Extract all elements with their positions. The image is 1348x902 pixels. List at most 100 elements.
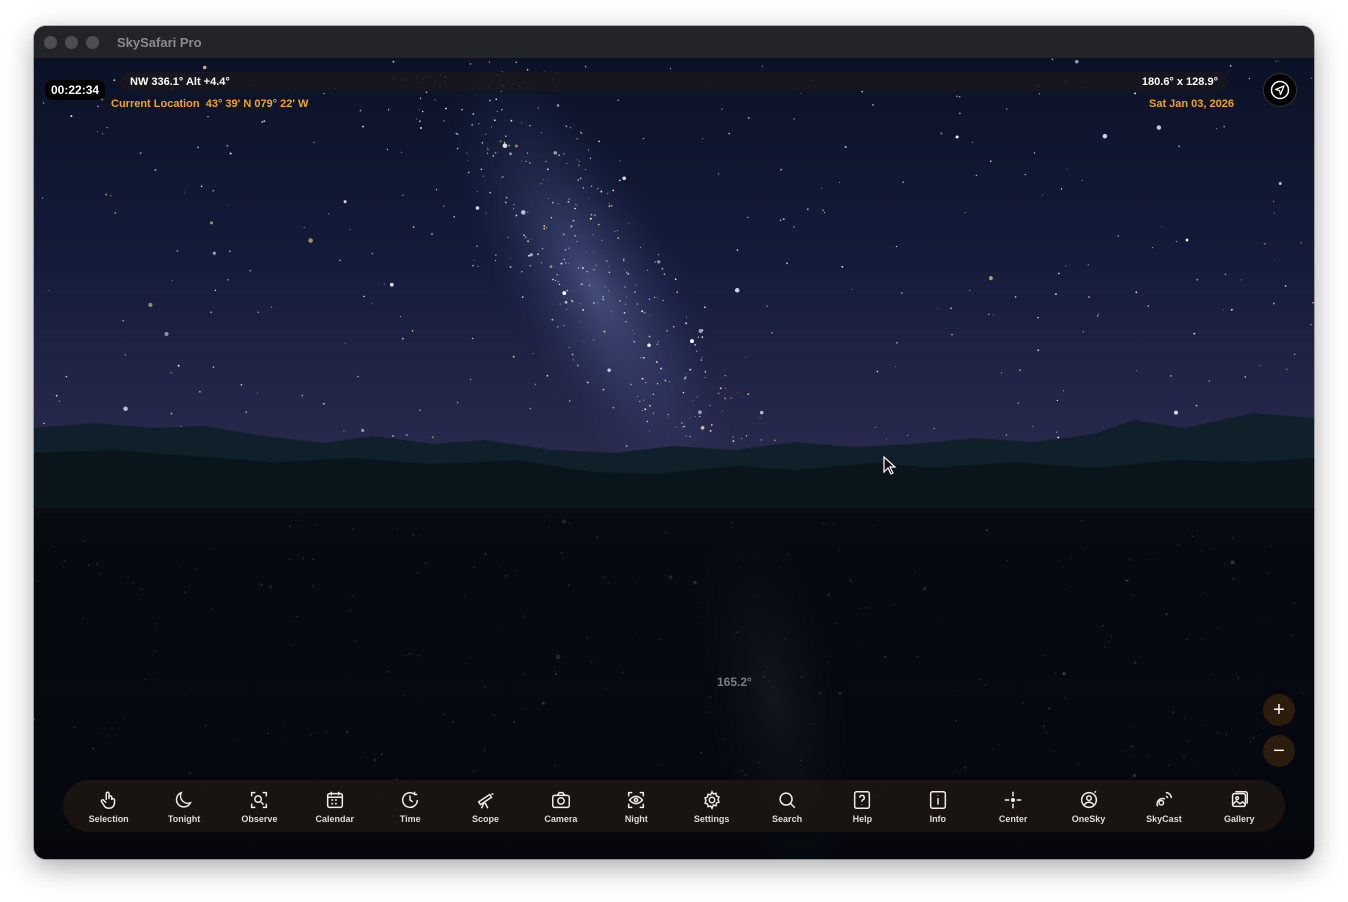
star	[491, 126, 493, 128]
toolbar-time[interactable]: Time	[375, 789, 445, 824]
toolbar-selection[interactable]: Selection	[74, 789, 144, 824]
date-label[interactable]: Sat Jan 03, 2026	[1149, 98, 1234, 110]
toolbar-gallery[interactable]: Gallery	[1204, 789, 1274, 824]
star	[383, 283, 385, 285]
star	[482, 175, 484, 177]
star	[493, 119, 496, 122]
star	[1259, 364, 1261, 367]
star	[652, 412, 655, 414]
zoom-in-button[interactable]: +	[1263, 694, 1295, 726]
star	[683, 377, 686, 380]
minimize-window-button[interactable]	[65, 35, 78, 49]
star	[774, 439, 776, 442]
star	[656, 297, 658, 299]
star	[604, 286, 606, 288]
skycast-icon	[1156, 791, 1173, 807]
toolbar-night[interactable]: Night	[601, 789, 671, 824]
star	[1056, 399, 1058, 402]
toolbar-skycast[interactable]: SkyCast	[1129, 789, 1199, 824]
toolbar-calendar[interactable]: Calendar	[300, 789, 370, 824]
star	[571, 300, 574, 303]
star	[654, 260, 657, 263]
star	[689, 435, 691, 438]
star	[626, 271, 628, 273]
star	[851, 288, 853, 290]
star	[617, 237, 620, 239]
toolbar-scope[interactable]: Scope	[451, 789, 521, 824]
toolbar-search[interactable]: Search	[752, 789, 822, 824]
star	[339, 259, 341, 261]
star	[456, 133, 459, 135]
star	[565, 125, 568, 127]
telescope-icon	[477, 792, 494, 809]
star	[969, 289, 971, 292]
toolbar-label: Selection	[88, 813, 129, 824]
star	[937, 308, 939, 310]
star	[666, 417, 668, 418]
star	[362, 125, 364, 128]
field-of-view-readout: 180.6° x 128.9°	[1141, 75, 1218, 88]
toolbar-settings[interactable]: Settings	[677, 789, 747, 824]
star	[489, 191, 492, 194]
star	[492, 154, 495, 157]
star	[625, 445, 628, 447]
star	[618, 179, 621, 182]
star	[197, 146, 199, 149]
star	[461, 108, 463, 111]
star	[212, 251, 216, 255]
toolbar-label: Scope	[472, 813, 500, 824]
star	[608, 271, 611, 274]
location-label[interactable]: Current Location 43° 39' N 079° 22' W	[111, 98, 308, 110]
star	[951, 333, 953, 336]
toolbar-camera[interactable]: Camera	[526, 789, 596, 824]
star	[641, 409, 643, 412]
star	[212, 366, 215, 368]
star	[249, 269, 252, 272]
star	[123, 406, 128, 412]
zoom-window-button[interactable]	[86, 35, 99, 49]
star	[412, 226, 415, 228]
star	[546, 374, 549, 377]
star	[477, 265, 479, 267]
star	[420, 127, 422, 129]
star	[562, 233, 565, 236]
toolbar-help[interactable]: Help	[827, 789, 897, 824]
star	[1244, 376, 1247, 378]
star	[1014, 296, 1017, 298]
close-window-button[interactable]	[44, 35, 57, 49]
star	[682, 425, 685, 428]
toolbar-label: Time	[399, 813, 421, 824]
toolbar-tonight[interactable]: Tonight	[149, 789, 219, 824]
star	[176, 250, 179, 252]
toolbar-onesky[interactable]: OneSky	[1054, 789, 1124, 824]
star	[640, 357, 642, 359]
star	[630, 383, 632, 386]
info-bar[interactable]: NW 336.1° Alt +4.4° 180.6° x 128.9°	[120, 72, 1228, 91]
compass-button[interactable]	[1263, 73, 1297, 107]
star	[896, 341, 898, 344]
bottom-toolbar: Selection Tonight Observe Calendar Time …	[63, 780, 1285, 832]
toolbar-center[interactable]: Center	[978, 789, 1048, 824]
star	[576, 364, 579, 367]
star	[203, 65, 207, 70]
star	[606, 260, 608, 262]
star	[1230, 308, 1233, 311]
toolbar-label: Night	[624, 813, 648, 824]
star	[469, 378, 472, 381]
zoom-out-button[interactable]: −	[1263, 735, 1295, 767]
star	[344, 342, 346, 344]
star	[823, 212, 825, 213]
star	[576, 159, 578, 161]
time-display[interactable]: 00:22:34	[45, 80, 106, 100]
star	[1224, 273, 1226, 276]
star	[509, 257, 511, 259]
star	[593, 214, 596, 217]
star	[596, 187, 599, 190]
sky-view[interactable]: 00:22:34 NW 336.1° Alt +4.4° 180.6° x 12…	[34, 58, 1314, 859]
toolbar-info[interactable]: Info	[903, 789, 973, 824]
star	[639, 246, 642, 248]
toolbar-observe[interactable]: Observe	[224, 789, 294, 824]
star	[553, 151, 558, 155]
star	[495, 254, 497, 256]
star	[546, 168, 549, 171]
